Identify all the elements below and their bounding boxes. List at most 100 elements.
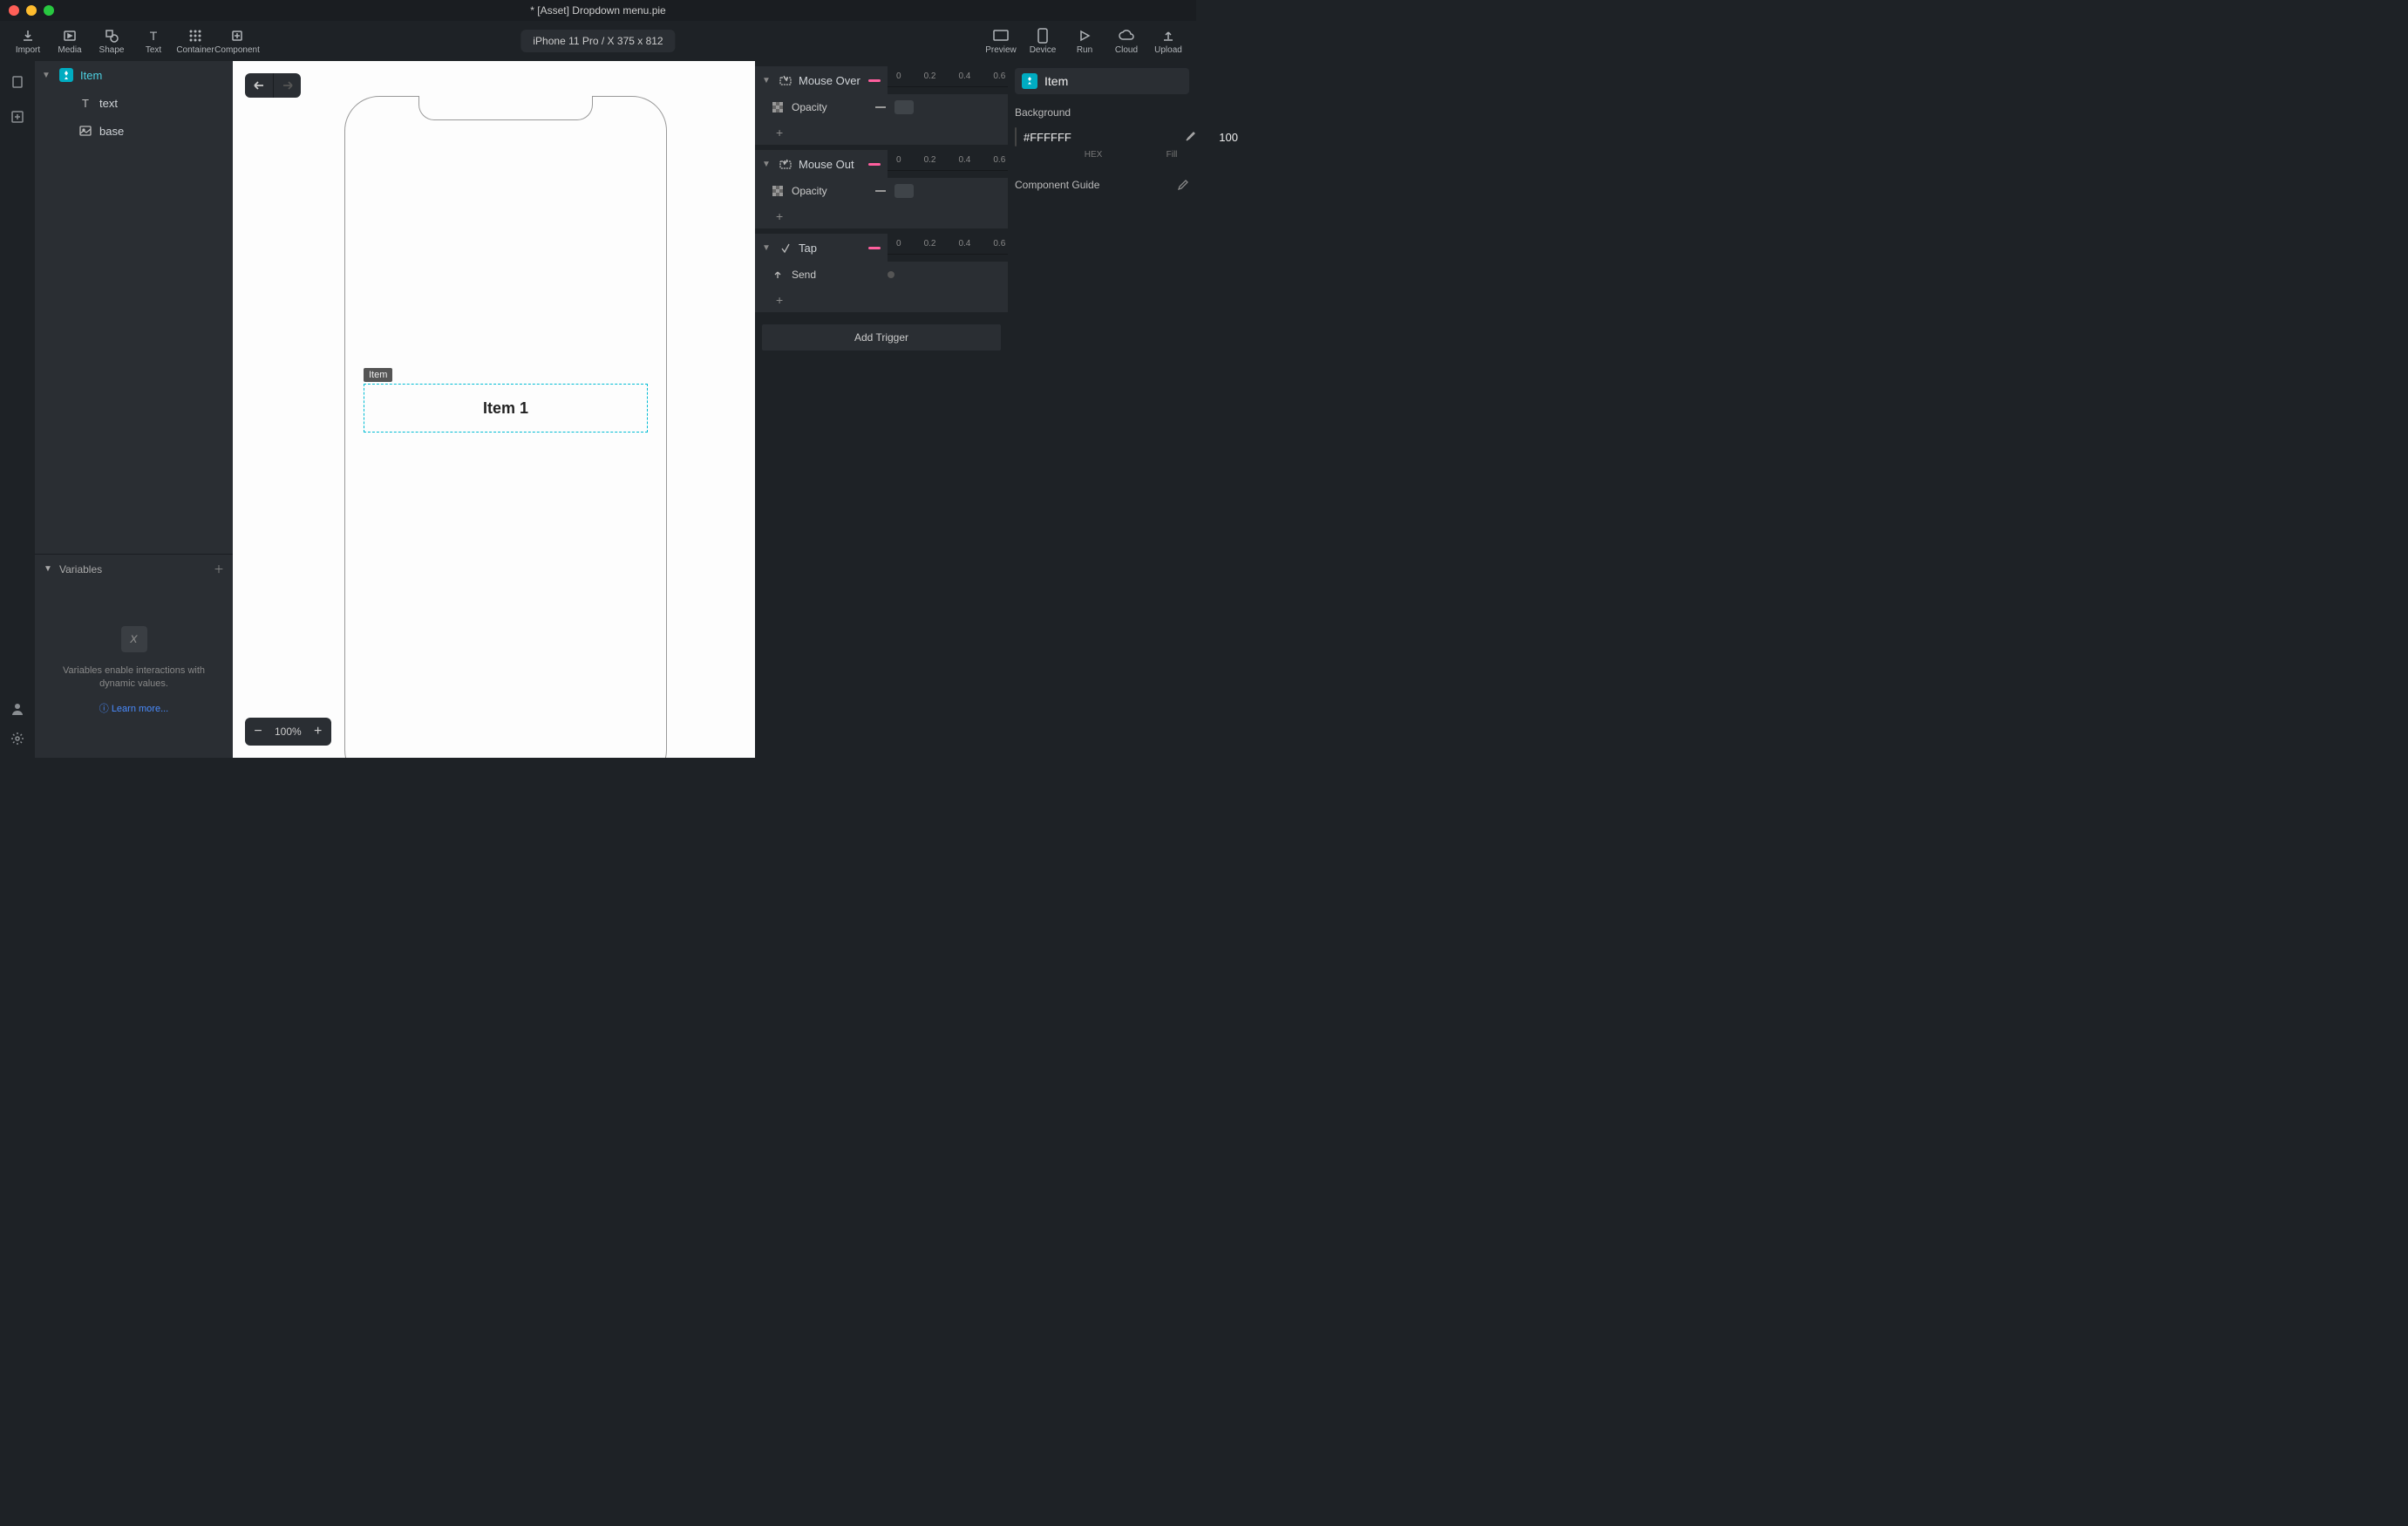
- left-rail: [0, 61, 35, 758]
- preview-button[interactable]: Preview: [980, 23, 1022, 59]
- user-icon[interactable]: [9, 700, 26, 718]
- zoom-in-button[interactable]: +: [307, 721, 330, 742]
- nav-back-button[interactable]: [245, 73, 273, 98]
- svg-text:T: T: [150, 29, 158, 43]
- run-button[interactable]: Run: [1064, 23, 1105, 59]
- toolbar: Import Media Shape T Text Container Comp…: [0, 21, 1196, 61]
- trigger-header[interactable]: ▼ Mouse Out: [755, 150, 888, 178]
- cloud-button[interactable]: Cloud: [1105, 23, 1147, 59]
- edit-icon[interactable]: [1177, 179, 1189, 191]
- zoom-out-button[interactable]: −: [247, 721, 269, 742]
- container-button[interactable]: Container: [174, 23, 216, 59]
- add-action-button[interactable]: +: [755, 288, 1008, 312]
- device-selector[interactable]: iPhone 11 Pro / X 375 x 812: [520, 30, 675, 52]
- titlebar: * [Asset] Dropdown menu.pie: [0, 0, 1196, 21]
- component-icon: [228, 28, 246, 44]
- variables-empty-state: x Variables enable interactions with dyn…: [35, 583, 233, 758]
- shape-button[interactable]: Shape: [91, 23, 133, 59]
- trigger-header[interactable]: ▼ Mouse Over: [755, 66, 888, 94]
- layer-item-root[interactable]: ▼ Item: [35, 61, 233, 89]
- minimize-window[interactable]: [26, 5, 37, 16]
- timeline-dot[interactable]: [888, 271, 894, 278]
- background-label: Background: [1015, 106, 1189, 119]
- layer-text[interactable]: T text: [35, 89, 233, 117]
- rail-pages-icon[interactable]: [9, 73, 26, 91]
- trigger-block: ▼ Mouse Over 00.20.40.6 Opacity+: [755, 66, 1008, 145]
- trigger-bar-icon: [868, 247, 881, 249]
- trigger-header[interactable]: ▼ Tap: [755, 234, 888, 262]
- hex-input[interactable]: [1024, 131, 1177, 144]
- inspector-title: Item: [1015, 68, 1189, 94]
- mouseover-icon: [778, 72, 793, 88]
- variables-header[interactable]: ▼ Variables ＋: [35, 554, 233, 583]
- import-button[interactable]: Import: [7, 23, 49, 59]
- traffic-lights: [0, 5, 54, 16]
- timeline-ruler: 00.20.40.6: [888, 66, 1008, 87]
- inspector-panel: Item Background HEX Fill Component Guide: [1008, 61, 1196, 758]
- toolbar-left: Import Media Shape T Text Container Comp…: [7, 23, 258, 59]
- trigger-block: ▼ Mouse Out 00.20.40.6 Opacity+: [755, 150, 1008, 228]
- close-window[interactable]: [9, 5, 19, 16]
- checker-icon: [771, 184, 785, 198]
- container-icon: [187, 28, 204, 44]
- timeline-ruler: 00.20.40.6: [888, 234, 1008, 255]
- zoom-value: 100%: [269, 726, 307, 738]
- component-button[interactable]: Component: [216, 23, 258, 59]
- selection-label: Item: [364, 368, 392, 382]
- chevron-down-icon: ▼: [44, 564, 54, 574]
- image-layer-icon: [77, 122, 94, 140]
- shape-icon: [103, 28, 120, 44]
- timeline-chip[interactable]: [894, 184, 914, 198]
- nav-forward-button[interactable]: [273, 73, 301, 98]
- canvas-nav: [245, 73, 301, 98]
- component-badge-icon: [1022, 73, 1037, 89]
- chevron-down-icon: ▼: [762, 160, 772, 169]
- device-icon: [1034, 28, 1051, 44]
- add-trigger-button[interactable]: Add Trigger: [762, 324, 1001, 351]
- settings-icon[interactable]: [9, 730, 26, 747]
- trigger-action[interactable]: Opacity: [755, 94, 1008, 120]
- learn-more-link[interactable]: ⓘ Learn more...: [99, 701, 168, 715]
- trigger-action[interactable]: Opacity: [755, 178, 1008, 204]
- zoom-control: − 100% +: [245, 718, 331, 746]
- chevron-down-icon: ▼: [762, 243, 772, 253]
- maximize-window[interactable]: [44, 5, 54, 16]
- text-button[interactable]: T Text: [133, 23, 174, 59]
- trigger-bar-icon: [868, 163, 881, 166]
- dash-icon: [875, 190, 886, 192]
- background-row: [1015, 127, 1189, 146]
- text-icon: T: [145, 28, 162, 44]
- color-swatch[interactable]: [1015, 127, 1017, 146]
- send-icon: [771, 268, 785, 282]
- layer-base[interactable]: base: [35, 117, 233, 145]
- trigger-bar-icon: [868, 79, 881, 82]
- timeline-chip[interactable]: [894, 100, 914, 114]
- component-guide-row[interactable]: Component Guide: [1015, 175, 1189, 194]
- toolbar-right: Preview Device Run Cloud Upload: [980, 23, 1189, 59]
- svg-text:T: T: [82, 97, 89, 109]
- variable-placeholder-icon: x: [121, 626, 147, 652]
- eyedropper-icon[interactable]: [1184, 130, 1196, 144]
- window-title: * [Asset] Dropdown menu.pie: [530, 4, 665, 17]
- checker-icon: [771, 100, 785, 114]
- tap-icon: [778, 240, 793, 255]
- trigger-action[interactable]: Send: [755, 262, 1008, 288]
- component-badge-icon: [58, 66, 75, 84]
- timeline-ruler: 00.20.40.6: [888, 150, 1008, 171]
- media-button[interactable]: Media: [49, 23, 91, 59]
- run-icon: [1076, 28, 1093, 44]
- add-action-button[interactable]: +: [755, 120, 1008, 145]
- selected-component[interactable]: Item 1: [364, 384, 648, 433]
- add-action-button[interactable]: +: [755, 204, 1008, 228]
- text-layer-icon: T: [77, 94, 94, 112]
- color-sublabels: HEX Fill: [1015, 150, 1189, 160]
- rail-add-icon[interactable]: [9, 108, 26, 126]
- add-variable-button[interactable]: ＋: [214, 562, 224, 576]
- canvas[interactable]: Item Item 1 − 100% +: [233, 61, 755, 758]
- item-text: Item 1: [483, 399, 528, 418]
- dash-icon: [875, 106, 886, 108]
- fill-input[interactable]: [1203, 131, 1238, 144]
- device-button[interactable]: Device: [1022, 23, 1064, 59]
- upload-button[interactable]: Upload: [1147, 23, 1189, 59]
- media-icon: [61, 28, 78, 44]
